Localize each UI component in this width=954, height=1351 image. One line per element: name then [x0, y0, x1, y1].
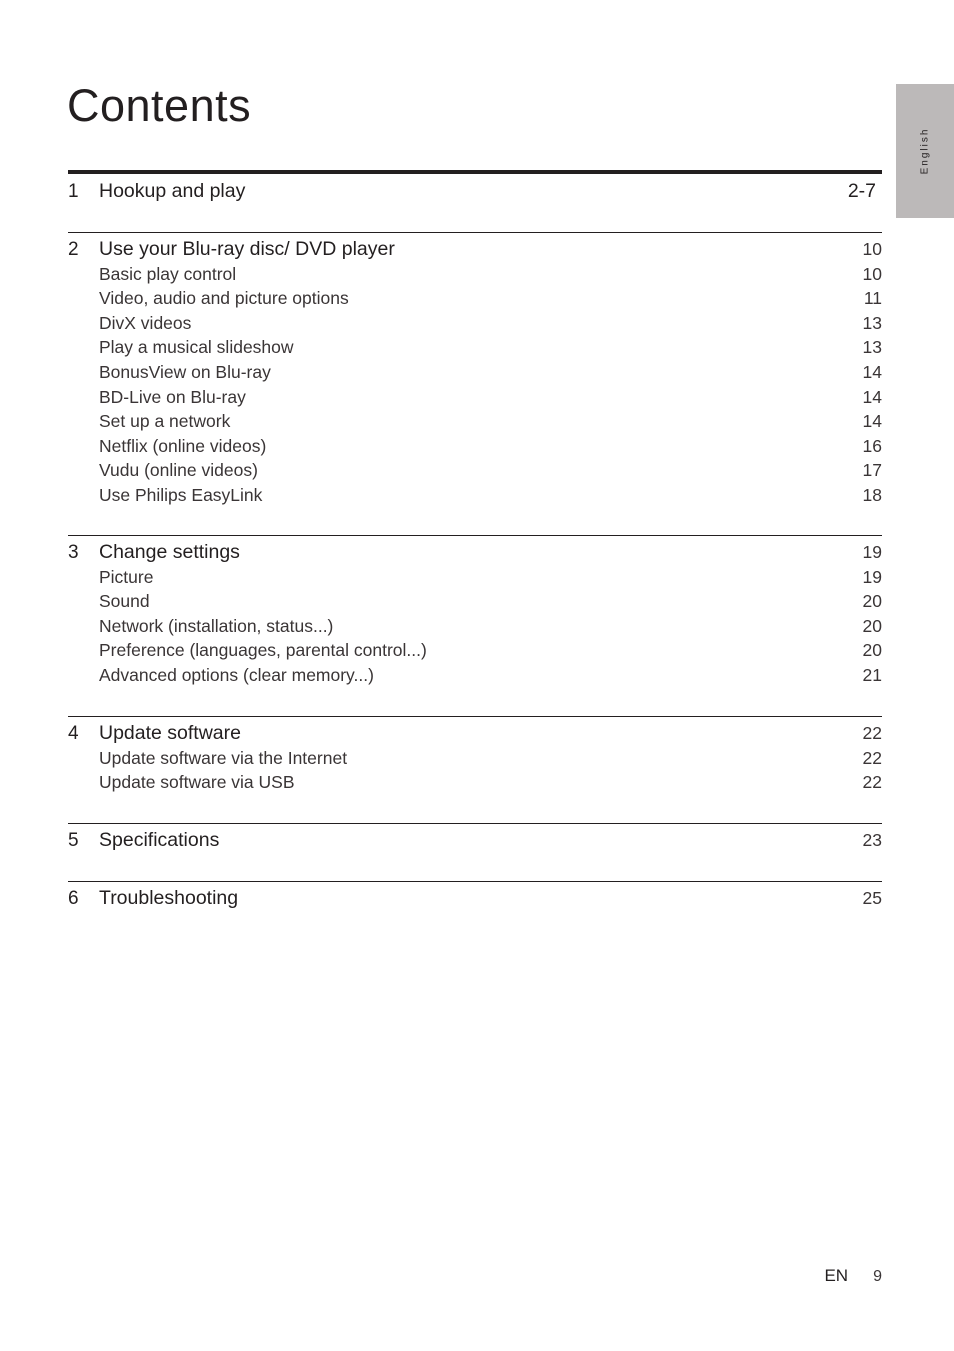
chapter-title[interactable]: Use your Blu-ray disc/ DVD player — [99, 237, 842, 262]
toc-entry-row[interactable]: Advanced options (clear memory...) 21 — [68, 663, 882, 688]
toc-section: 3 Change settings 19 Picture 19 Sound 20 N… — [68, 535, 882, 716]
entry-page: 14 — [862, 411, 882, 432]
entry-page: 11 — [863, 288, 882, 309]
chapter-page: 2-7 — [847, 180, 876, 202]
language-tab: English — [896, 84, 954, 218]
toc-entry-row[interactable]: Preference (languages, parental control.… — [68, 638, 882, 663]
toc-section: 6 Troubleshooting 25 — [68, 881, 882, 932]
toc-entry-row[interactable]: Vudu (online videos) 17 — [68, 458, 882, 483]
entry-title[interactable]: Basic play control — [68, 262, 842, 287]
entry-title[interactable]: Update software via USB — [68, 770, 842, 795]
chapter-number: 5 — [68, 830, 79, 851]
toc-chapter-row[interactable]: 3 Change settings 19 — [68, 540, 882, 565]
entry-page: 10 — [862, 263, 882, 284]
toc-entry-row[interactable]: Network (installation, status...) 20 — [68, 614, 882, 639]
toc-entry-row[interactable]: Set up a network 14 — [68, 409, 882, 434]
toc-chapter-row[interactable]: 2 Use your Blu-ray disc/ DVD player 10 — [68, 237, 882, 262]
entry-page: 19 — [862, 566, 882, 587]
toc-entry-row[interactable]: Update software via USB 22 — [68, 770, 882, 795]
toc-chapter-row[interactable]: 5 Specifications 23 — [68, 828, 882, 853]
toc-entry-row[interactable]: Video, audio and picture options 11 — [68, 286, 882, 311]
entry-title[interactable]: Vudu (online videos) — [68, 458, 842, 483]
entry-page: 21 — [862, 664, 882, 685]
entry-page: 22 — [862, 772, 882, 793]
entry-page: 17 — [862, 460, 882, 481]
top-divider — [68, 170, 882, 174]
chapter-page: 23 — [862, 830, 882, 850]
chapter-number: 3 — [68, 542, 79, 563]
chapter-page: 25 — [862, 888, 882, 908]
chapter-title[interactable]: Hookup and play — [99, 179, 836, 204]
toc-entry-row[interactable]: Use Philips EasyLink 18 — [68, 483, 882, 508]
footer-language: EN — [824, 1266, 849, 1285]
entry-page: 18 — [862, 484, 882, 505]
toc-entry-row[interactable]: Update software via the Internet 22 — [68, 746, 882, 771]
toc-entry-row[interactable]: Play a musical slideshow 13 — [68, 335, 882, 360]
entry-title[interactable]: Video, audio and picture options — [68, 286, 842, 311]
entry-title[interactable]: Picture — [68, 565, 842, 590]
entry-page: 20 — [862, 640, 882, 661]
toc-chapter-row[interactable]: 6 Troubleshooting 25 — [68, 886, 882, 911]
chapter-title[interactable]: Update software — [99, 721, 842, 746]
entry-title[interactable]: DivX videos — [68, 311, 842, 336]
chapter-title[interactable]: Change settings — [99, 540, 842, 565]
entry-title[interactable]: Play a musical slideshow — [68, 335, 842, 360]
page-footer: EN 9 — [824, 1266, 882, 1286]
entry-page: 13 — [862, 337, 882, 358]
entry-title[interactable]: Netflix (online videos) — [68, 434, 842, 459]
toc-entry-row[interactable]: Picture 19 — [68, 565, 882, 590]
entry-page: 20 — [862, 591, 882, 612]
chapter-title[interactable]: Specifications — [99, 828, 842, 853]
entry-title[interactable]: Preference (languages, parental control.… — [68, 638, 842, 663]
entry-title[interactable]: Update software via the Internet — [68, 746, 842, 771]
chapter-page: 19 — [862, 542, 882, 562]
toc-section: 5 Specifications 23 — [68, 823, 882, 881]
entry-page: 13 — [862, 312, 882, 333]
toc-entry-row[interactable]: Basic play control 10 — [68, 262, 882, 287]
page-title: Contents — [67, 80, 252, 131]
toc-entry-row[interactable]: BD-Live on Blu-ray 14 — [68, 385, 882, 410]
toc-section: 2 Use your Blu-ray disc/ DVD player 10 B… — [68, 232, 882, 535]
entry-title[interactable]: Network (installation, status...) — [68, 614, 842, 639]
toc-entry-row[interactable]: DivX videos 13 — [68, 311, 882, 336]
chapter-number: 2 — [68, 239, 79, 260]
table-of-contents: 1 Hookup and play 2-7 2 Use your Blu-ray… — [68, 176, 882, 932]
toc-entry-row[interactable]: BonusView on Blu-ray 14 — [68, 360, 882, 385]
chapter-title[interactable]: Troubleshooting — [99, 886, 842, 911]
chapter-page: 22 — [862, 723, 882, 743]
chapter-number: 4 — [68, 723, 79, 744]
entry-title[interactable]: Sound — [68, 589, 842, 614]
entry-title[interactable]: Use Philips EasyLink — [68, 483, 842, 508]
toc-entry-row[interactable]: Netflix (online videos) 16 — [68, 434, 882, 459]
toc-entry-row[interactable]: Sound 20 — [68, 589, 882, 614]
entry-page: 16 — [862, 435, 882, 456]
entry-title[interactable]: BonusView on Blu-ray — [68, 360, 842, 385]
chapter-number: 6 — [68, 888, 79, 909]
entry-page: 14 — [862, 361, 882, 382]
toc-chapter-row[interactable]: 4 Update software 22 — [68, 721, 882, 746]
entry-page: 22 — [862, 747, 882, 768]
entry-page: 20 — [862, 615, 882, 636]
toc-section: 1 Hookup and play 2-7 — [68, 176, 882, 232]
language-tab-label: English — [919, 127, 931, 175]
chapter-number: 1 — [68, 181, 79, 202]
entry-title[interactable]: Advanced options (clear memory...) — [68, 663, 842, 688]
entry-title[interactable]: Set up a network — [68, 409, 842, 434]
toc-section: 4 Update software 22 Update software via… — [68, 716, 882, 823]
toc-chapter-row[interactable]: 1 Hookup and play 2-7 — [68, 179, 882, 204]
entry-page: 14 — [862, 386, 882, 407]
chapter-page: 10 — [862, 239, 882, 259]
footer-page-number: 9 — [873, 1268, 882, 1285]
entry-title[interactable]: BD-Live on Blu-ray — [68, 385, 842, 410]
